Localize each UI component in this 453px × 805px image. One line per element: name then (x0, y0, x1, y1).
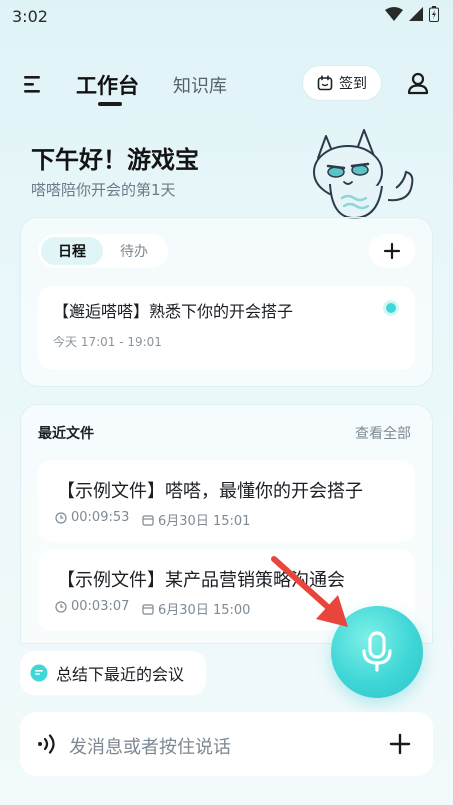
checkin-button[interactable]: 签到 (302, 65, 382, 101)
mascot-cat-illustration (313, 129, 414, 220)
segment-schedule[interactable]: 日程 (41, 237, 103, 265)
schedule-segment-control: 日程 待办 (38, 234, 168, 268)
voice-wave-icon[interactable] (36, 733, 58, 755)
user-icon[interactable] (405, 70, 431, 96)
clock-icon (55, 600, 67, 613)
file-date-text: 6月30日 15:01 (158, 514, 251, 529)
wifi-icon (385, 7, 403, 21)
file-duration: 00:03:07 (55, 599, 129, 614)
tab-active-indicator (98, 102, 122, 106)
add-schedule-button[interactable] (369, 234, 415, 268)
event-time: 今天 17:01 - 19:01 (53, 335, 162, 349)
microphone-icon (362, 631, 392, 672)
status-icons (385, 6, 439, 22)
greeting-title: 下午好！游戏宝 (31, 146, 199, 174)
file-date: 6月30日 15:00 (142, 599, 250, 618)
plus-icon[interactable] (387, 731, 413, 757)
event-status-dot (386, 303, 396, 313)
event-title: 【邂逅嗒嗒】熟悉下你的开会搭子 (53, 302, 294, 321)
file-date: 6月30日 15:01 (142, 510, 250, 529)
suggestion-label: 总结下最近的会议 (56, 665, 185, 684)
checkin-label: 签到 (339, 76, 367, 92)
file-duration-text: 00:09:53 (71, 510, 130, 525)
annotation-arrow-icon (271, 556, 348, 627)
calendar-icon (317, 75, 333, 91)
file-title: 【示例文件】嗒嗒，最懂你的开会搭子 (57, 481, 363, 502)
file-duration: 00:09:53 (55, 510, 129, 525)
recent-files-title: 最近文件 (38, 426, 94, 442)
file-duration-text: 00:03:07 (71, 599, 130, 614)
tab-knowledge-base[interactable]: 知识库 (173, 72, 227, 98)
view-all-link[interactable]: 查看全部 (355, 423, 411, 443)
tab-workbench[interactable]: 工作台 (76, 70, 139, 100)
summary-icon (30, 664, 48, 682)
clock-icon (55, 511, 67, 524)
segment-todo[interactable]: 待办 (103, 237, 165, 265)
battery-icon (429, 6, 439, 22)
greeting-subtitle: 嗒嗒陪你开会的第1天 (31, 181, 176, 199)
message-input-placeholder[interactable]: 发消息或者按住说话 (69, 733, 231, 759)
calendar-small-icon (142, 603, 154, 615)
plus-icon (383, 242, 401, 260)
cellular-icon (409, 7, 423, 21)
menu-icon[interactable] (22, 72, 48, 96)
file-date-text: 6月30日 15:00 (158, 603, 251, 618)
status-time: 3:02 (12, 7, 48, 26)
suggestion-chip[interactable]: 总结下最近的会议 (20, 651, 206, 695)
calendar-small-icon (142, 514, 154, 526)
